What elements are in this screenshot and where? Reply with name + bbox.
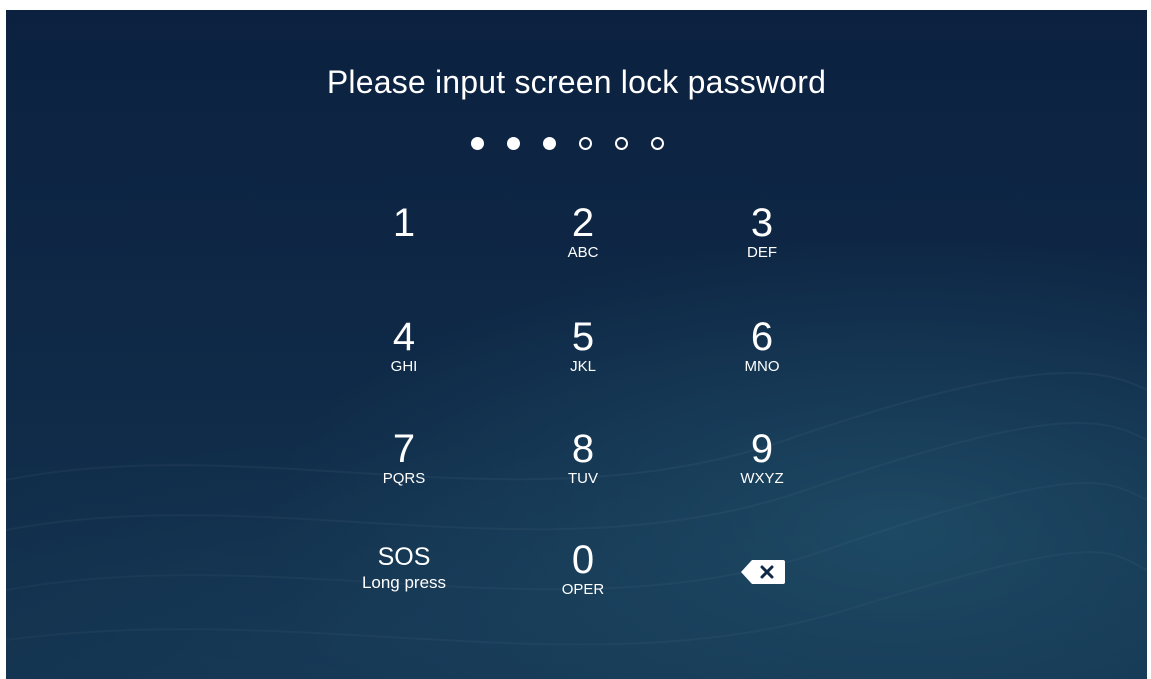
pin-dot [579, 137, 592, 150]
key-digit: 6 [750, 315, 774, 359]
keypad-key-3[interactable]: 3 DEF [702, 203, 822, 293]
page-title: Please input screen lock password [326, 64, 827, 100]
key-digit: 7 [392, 427, 416, 471]
pin-dot [543, 137, 556, 150]
pin-indicator [471, 137, 664, 150]
keypad-key-9[interactable]: 9 WXYZ [702, 429, 822, 519]
sos-button[interactable]: SOS Long press [344, 543, 464, 633]
key-letters: PQRS [382, 470, 426, 487]
keypad-key-4[interactable]: 4 GHI [344, 317, 464, 407]
keypad-key-1[interactable]: 1 [344, 203, 464, 293]
key-digit: 2 [571, 201, 595, 245]
key-digit: 9 [750, 427, 774, 471]
pin-dot [507, 137, 520, 150]
key-digit: 3 [750, 201, 774, 245]
pin-dot [471, 137, 484, 150]
sos-label: SOS [377, 543, 431, 571]
key-letters: WXYZ [740, 470, 784, 487]
keypad-key-8[interactable]: 8 TUV [523, 429, 643, 519]
keypad-key-7[interactable]: 7 PQRS [344, 429, 464, 519]
key-letters: DEF [747, 244, 777, 261]
keypad-key-2[interactable]: 2 ABC [523, 203, 643, 293]
key-letters: OPER [561, 581, 605, 598]
lock-screen: Please input screen lock password 1 2 AB… [6, 10, 1147, 679]
key-letters: TUV [568, 470, 598, 487]
key-letters: JKL [570, 358, 596, 375]
pin-dot [651, 137, 664, 150]
key-letters: GHI [390, 358, 418, 375]
key-digit: 4 [392, 315, 416, 359]
key-digit: 8 [571, 427, 595, 471]
pin-dot [615, 137, 628, 150]
key-digit: 5 [571, 315, 595, 359]
backspace-icon[interactable] [740, 559, 786, 585]
keypad-key-0[interactable]: 0 OPER [523, 540, 643, 630]
key-digit: 1 [392, 201, 416, 245]
key-digit: 0 [571, 538, 595, 582]
sos-hint: Long press [361, 573, 447, 592]
key-letters: MNO [744, 358, 780, 375]
keypad-key-6[interactable]: 6 MNO [702, 317, 822, 407]
keypad-key-5[interactable]: 5 JKL [523, 317, 643, 407]
key-letters: ABC [567, 244, 599, 261]
